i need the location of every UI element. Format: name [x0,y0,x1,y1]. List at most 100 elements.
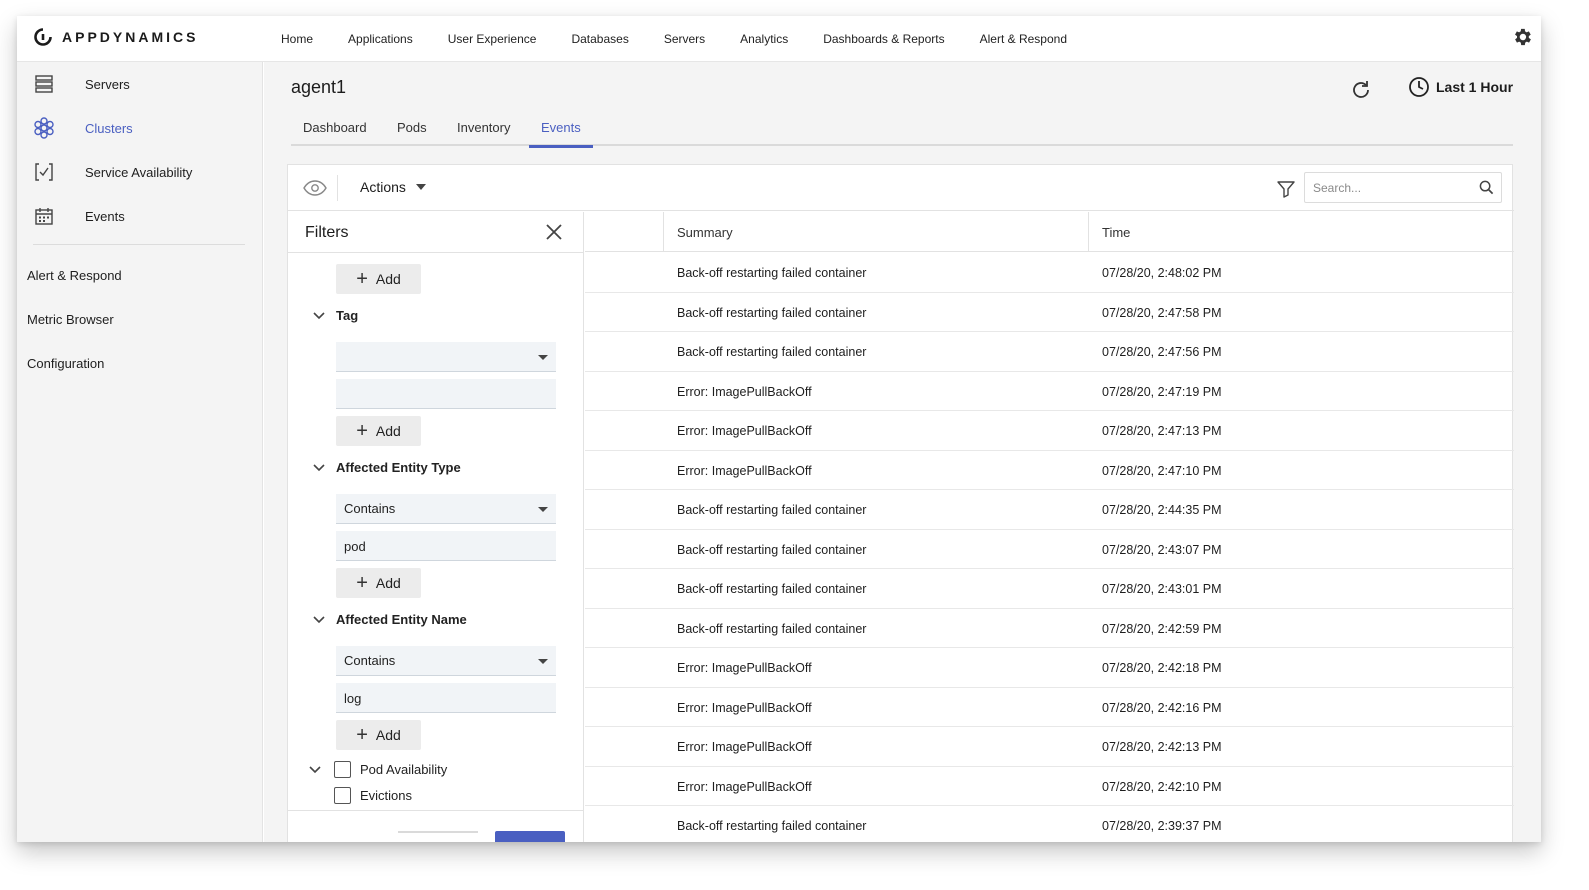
checkbox-box[interactable] [334,787,351,804]
actions-label: Actions [360,179,406,195]
sidebar-link-configuration[interactable]: Configuration [27,356,104,371]
entity-type-value-text: pod [344,539,366,554]
cell-summary: Error: ImagePullBackOff [677,384,812,399]
search-input[interactable] [1305,173,1475,202]
sidebar: Servers Clusters Service Availability Ev… [17,62,263,842]
tab-events[interactable]: Events [529,120,593,148]
sidebar-item-service-availability[interactable]: Service Availability [33,158,192,186]
sidebar-item-clusters[interactable]: Clusters [33,114,133,142]
tag-value-input[interactable] [336,379,556,409]
search-icon[interactable] [1479,180,1494,195]
table-row[interactable]: Error: ImagePullBackOff 07/28/20, 2:42:16… [585,688,1514,727]
table-row[interactable]: Back-off restarting failed container 07/2… [585,253,1514,293]
chevron-down-icon[interactable] [308,763,322,777]
nav-dashboards-reports[interactable]: Dashboards & Reports [823,32,944,46]
cell-summary: Back-off restarting failed container [677,503,867,517]
time-range-picker[interactable]: Last 1 Hour [1408,76,1513,98]
nav-alert-respond[interactable]: Alert & Respond [980,32,1067,46]
add-entity-type-button[interactable]: + Add [336,568,421,598]
nav-analytics[interactable]: Analytics [740,32,788,46]
sidebar-link-alert-respond[interactable]: Alert & Respond [27,268,122,283]
sidebar-link-metric-browser[interactable]: Metric Browser [27,312,114,327]
filter-section-affected-entity-type[interactable]: Affected Entity Type [312,460,461,475]
brand-name: APPDYNAMICS [62,29,199,45]
logo[interactable]: APPDYNAMICS [34,28,198,46]
actions-dropdown[interactable]: Actions [360,179,426,195]
clock-icon [1409,77,1429,97]
checkbox-box[interactable] [334,761,351,778]
cell-summary: Back-off restarting failed container [677,621,867,636]
top-bar: APPDYNAMICS Home Applications User Exper… [17,16,1541,62]
table-row[interactable]: Error: ImagePullBackOff 07/28/20, 2:42:13… [585,727,1514,767]
column-header-time[interactable]: Time [1102,225,1130,240]
entity-name-value-input[interactable]: log [336,683,556,713]
nav-databases[interactable]: Databases [571,32,628,46]
clusters-icon [33,117,55,139]
sidebar-item-servers[interactable]: Servers [33,70,130,98]
filters-header: Filters [288,212,583,253]
table-row[interactable]: Back-off restarting failed container 07/2… [585,530,1514,569]
caret-down-icon [538,507,548,512]
table-row[interactable]: Back-off restarting failed container 07/2… [585,569,1514,609]
table-row[interactable]: Back-off restarting failed container 07/2… [585,490,1514,530]
add-button-label: Add [375,727,401,743]
eye-icon[interactable] [303,178,327,198]
entity-type-operator-select[interactable]: Contains [336,494,556,524]
filter-section-tag[interactable]: Tag [312,308,358,323]
calendar-icon [33,205,55,227]
add-entity-name-button[interactable]: + Add [336,720,421,750]
tab-pods[interactable]: Pods [385,120,439,148]
plus-icon: + [356,572,368,594]
filters-footer [288,810,583,842]
add-tag-button[interactable]: + Add [336,416,421,446]
filter-section-label: Affected Entity Type [336,460,461,475]
entity-name-operator-select[interactable]: Contains [336,646,556,676]
caret-down-icon [538,355,548,360]
cell-time: 07/28/20, 2:44:35 PM [1102,503,1222,517]
cell-summary: Error: ImagePullBackOff [677,424,812,438]
table-row[interactable]: Error: ImagePullBackOff 07/28/20, 2:42:18… [585,648,1514,688]
nav-user-experience[interactable]: User Experience [448,32,537,46]
apply-filters-button[interactable] [495,831,565,842]
sidebar-item-events[interactable]: Events [33,202,125,230]
tag-operator-select[interactable] [336,342,556,372]
appdynamics-logo-icon [34,28,52,46]
tab-dashboard[interactable]: Dashboard [291,120,379,148]
entity-type-value-input[interactable]: pod [336,531,556,561]
gear-icon[interactable] [1511,26,1533,48]
filter-icon[interactable] [1276,179,1296,199]
nav-home[interactable]: Home [281,32,313,46]
table-row[interactable]: Back-off restarting failed container 07/2… [585,609,1514,648]
filters-title: Filters [305,224,349,241]
table-row[interactable]: Error: ImagePullBackOff 07/28/20, 2:47:13… [585,411,1514,451]
table-row[interactable]: Back-off restarting failed container 07/2… [585,332,1514,372]
caret-down-icon [538,659,548,664]
filter-section-affected-entity-name[interactable]: Affected Entity Name [312,612,467,627]
cell-time: 07/28/20, 2:47:56 PM [1102,345,1222,359]
plus-icon: + [356,420,368,442]
cell-time: 07/28/20, 2:48:02 PM [1102,266,1222,280]
nav-servers[interactable]: Servers [664,32,705,46]
reset-filters-button[interactable] [398,831,478,842]
table-row[interactable]: Error: ImagePullBackOff 07/28/20, 2:47:19… [585,372,1514,411]
column-header-summary[interactable]: Summary [677,225,733,240]
cell-time: 07/28/20, 2:47:13 PM [1102,424,1222,438]
close-icon[interactable] [545,223,563,241]
servers-icon [33,73,55,95]
checkbox-pod-availability[interactable]: Pod Availability [334,761,447,778]
add-filter-button[interactable]: + Add [336,264,421,294]
table-row[interactable]: Error: ImagePullBackOff 07/28/20, 2:42:10… [585,767,1514,806]
tab-inventory[interactable]: Inventory [445,120,522,148]
checkbox-evictions[interactable]: Evictions [334,787,412,804]
refresh-icon[interactable] [1349,78,1373,102]
table-row[interactable]: Back-off restarting failed container 07/2… [585,806,1514,842]
toolbar-divider [337,175,338,201]
filters-panel: Filters + Add Tag + Add Affected Entity … [288,212,584,842]
nav-applications[interactable]: Applications [348,32,413,46]
table-header: Summary Time [585,212,1514,252]
cell-time: 07/28/20, 2:47:58 PM [1102,305,1222,320]
table-row[interactable]: Back-off restarting failed container 07/2… [585,293,1514,332]
table-row[interactable]: Error: ImagePullBackOff 07/28/20, 2:47:10… [585,451,1514,490]
cell-time: 07/28/20, 2:43:01 PM [1102,582,1222,596]
add-button-label: Add [375,423,401,439]
